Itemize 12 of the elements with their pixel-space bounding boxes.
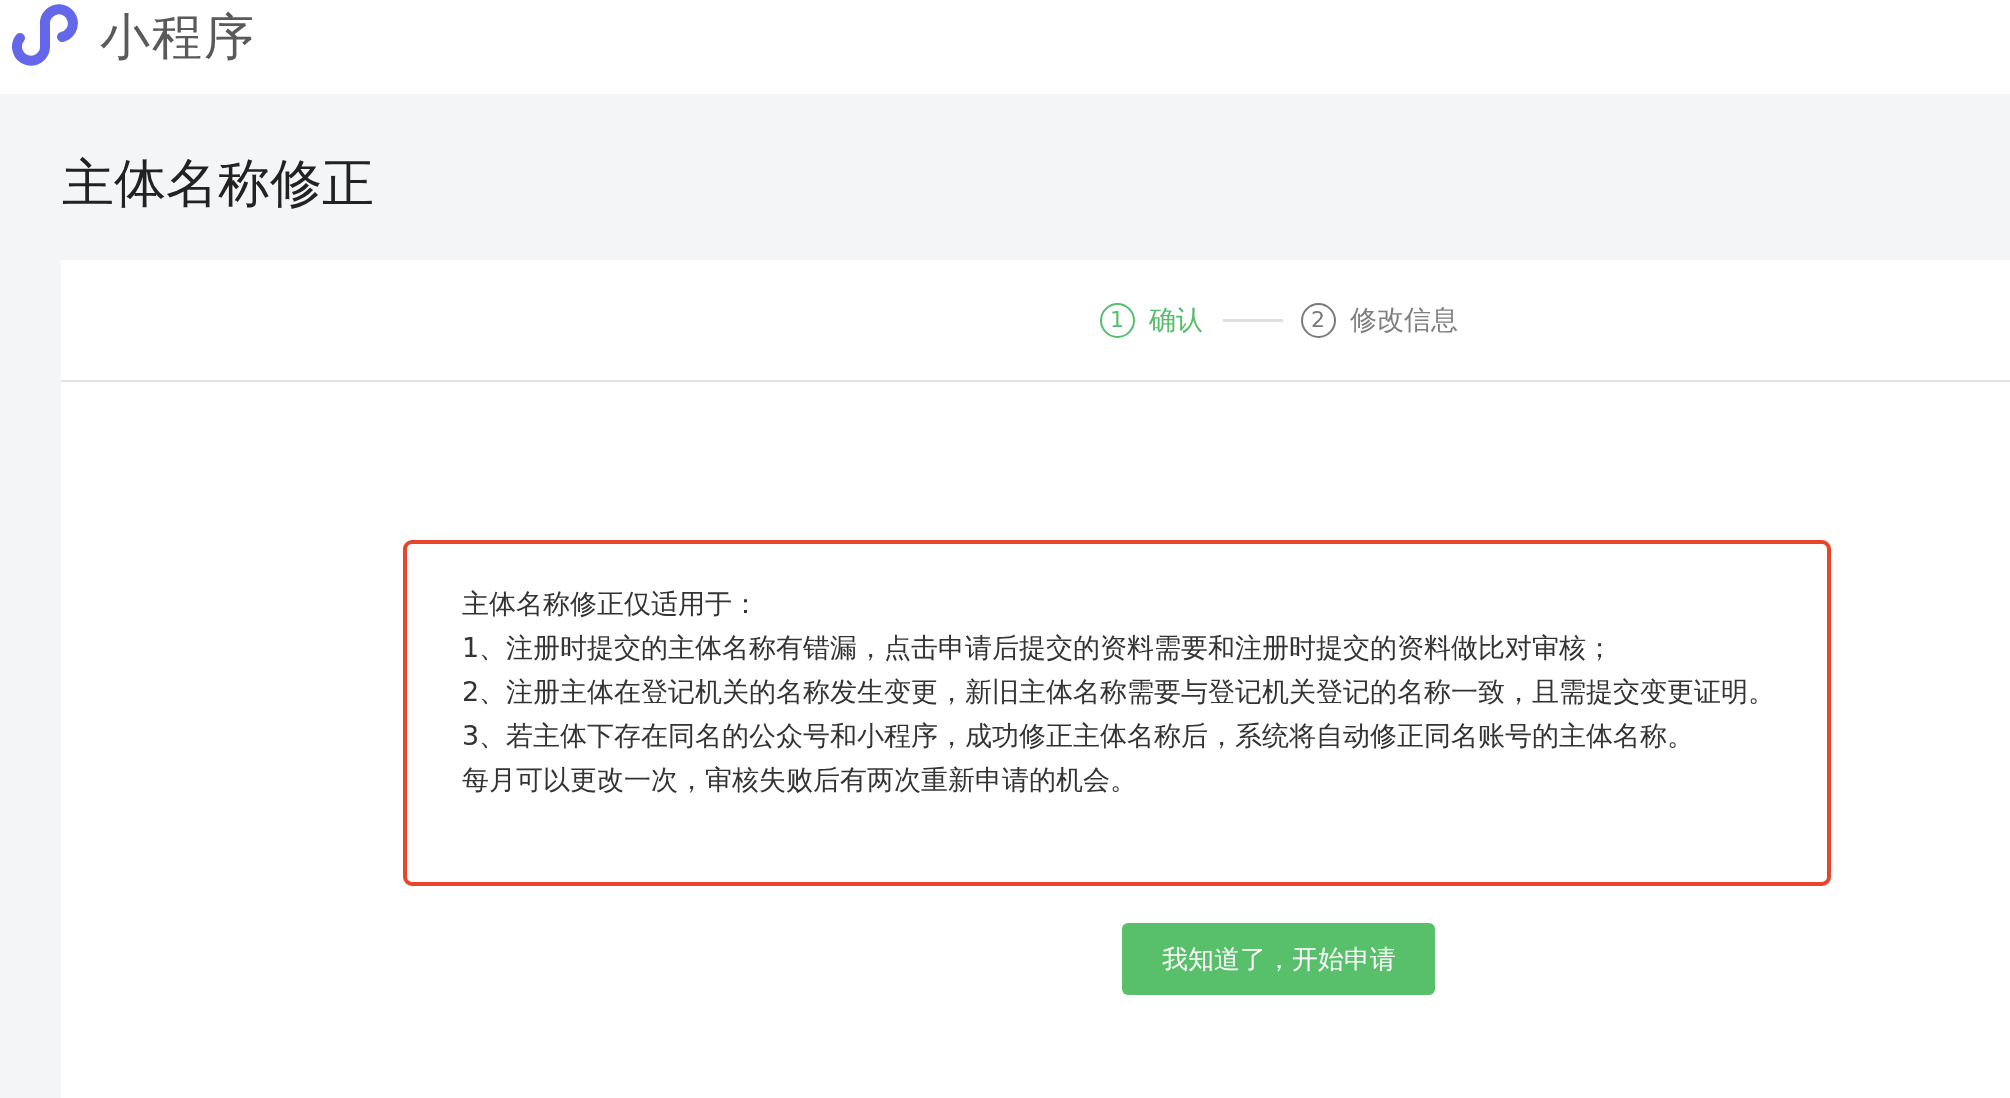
step-label: 确认: [1148, 303, 1203, 337]
notice-text: 1、注册时提交的主体名称有错漏，点击申请后提交的资料需要和注册时提交的资料做比对审核；: [462, 631, 1614, 665]
start-application-button[interactable]: 我知道了，开始申请: [1122, 923, 1435, 995]
step-number: 2: [1300, 302, 1336, 338]
app-name: 小程序: [100, 7, 256, 68]
notice-text: 3、若主体下存在同名的公众号和小程序，成功修正主体名称后，系统将自动修正同名账号的主体名称。: [462, 719, 1695, 753]
notice-text: 主体名称修正仅适用于：: [462, 587, 759, 621]
notice-text: 每月可以更改一次，审核失败后有两次重新申请的机会。: [462, 763, 1137, 797]
notice-text: 2、注册主体在登记机关的名称发生变更，新旧主体名称需要与登记机关登记的名称一致，且需提交变更证明。: [462, 675, 1776, 709]
page-title: 主体名称修正: [62, 153, 374, 213]
step-number: 1: [1099, 302, 1135, 338]
step-label: 修改信息: [1349, 303, 1458, 337]
